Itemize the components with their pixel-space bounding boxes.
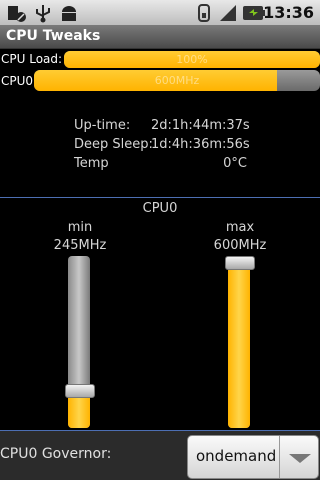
uptime-label: Up-time:	[74, 118, 131, 133]
android-icon	[62, 6, 76, 21]
usb-icon	[36, 5, 50, 23]
max-slider-thumb[interactable]	[225, 256, 255, 270]
min-label: min	[67, 220, 93, 235]
cpu-load-label: CPU Load:	[1, 52, 63, 66]
temp-value: 0°C	[223, 156, 247, 171]
cpu0-freq-text: 600MHz	[154, 74, 200, 87]
deep-sleep-label: Deep Sleep:	[74, 137, 153, 152]
cpu-load-text: 100%	[176, 53, 208, 66]
governor-bar: CPU0 Governor: ondemand	[0, 431, 320, 480]
chevron-down-icon[interactable]	[289, 454, 311, 463]
min-value: 245MHz	[53, 238, 107, 253]
clock: 13:36	[263, 3, 314, 22]
min-freq-slider[interactable]	[68, 256, 90, 428]
app-title: CPU Tweaks	[6, 28, 101, 44]
cpu0-freq-bar: 600MHz	[34, 70, 320, 91]
max-value: 600MHz	[213, 238, 267, 253]
governor-value: ondemand	[196, 447, 277, 465]
section-title: CPU0	[142, 201, 178, 216]
signal-icon	[220, 5, 236, 21]
max-freq-slider[interactable]	[228, 256, 250, 428]
uptime-value: 2d:1h:44m:37s	[151, 118, 250, 133]
cpu0-label: CPU0	[1, 74, 34, 88]
deep-sleep-value: 1d:4h:36m:56s	[151, 137, 250, 152]
divider-top	[0, 197, 320, 198]
temp-label: Temp	[74, 156, 109, 171]
wifi-icon	[198, 4, 210, 22]
max-label: max	[225, 220, 255, 235]
min-slider-thumb[interactable]	[65, 384, 95, 398]
max-slider-fill	[228, 256, 250, 428]
usb-debug-icon	[8, 6, 26, 22]
governor-select[interactable]: ondemand	[187, 435, 319, 479]
cpu-load-bar: 100%	[64, 51, 320, 68]
title-bar: CPU Tweaks	[0, 25, 320, 49]
governor-label: CPU0 Governor:	[0, 446, 112, 462]
governor-separator	[279, 436, 280, 478]
status-bar: 13:36	[0, 0, 320, 25]
